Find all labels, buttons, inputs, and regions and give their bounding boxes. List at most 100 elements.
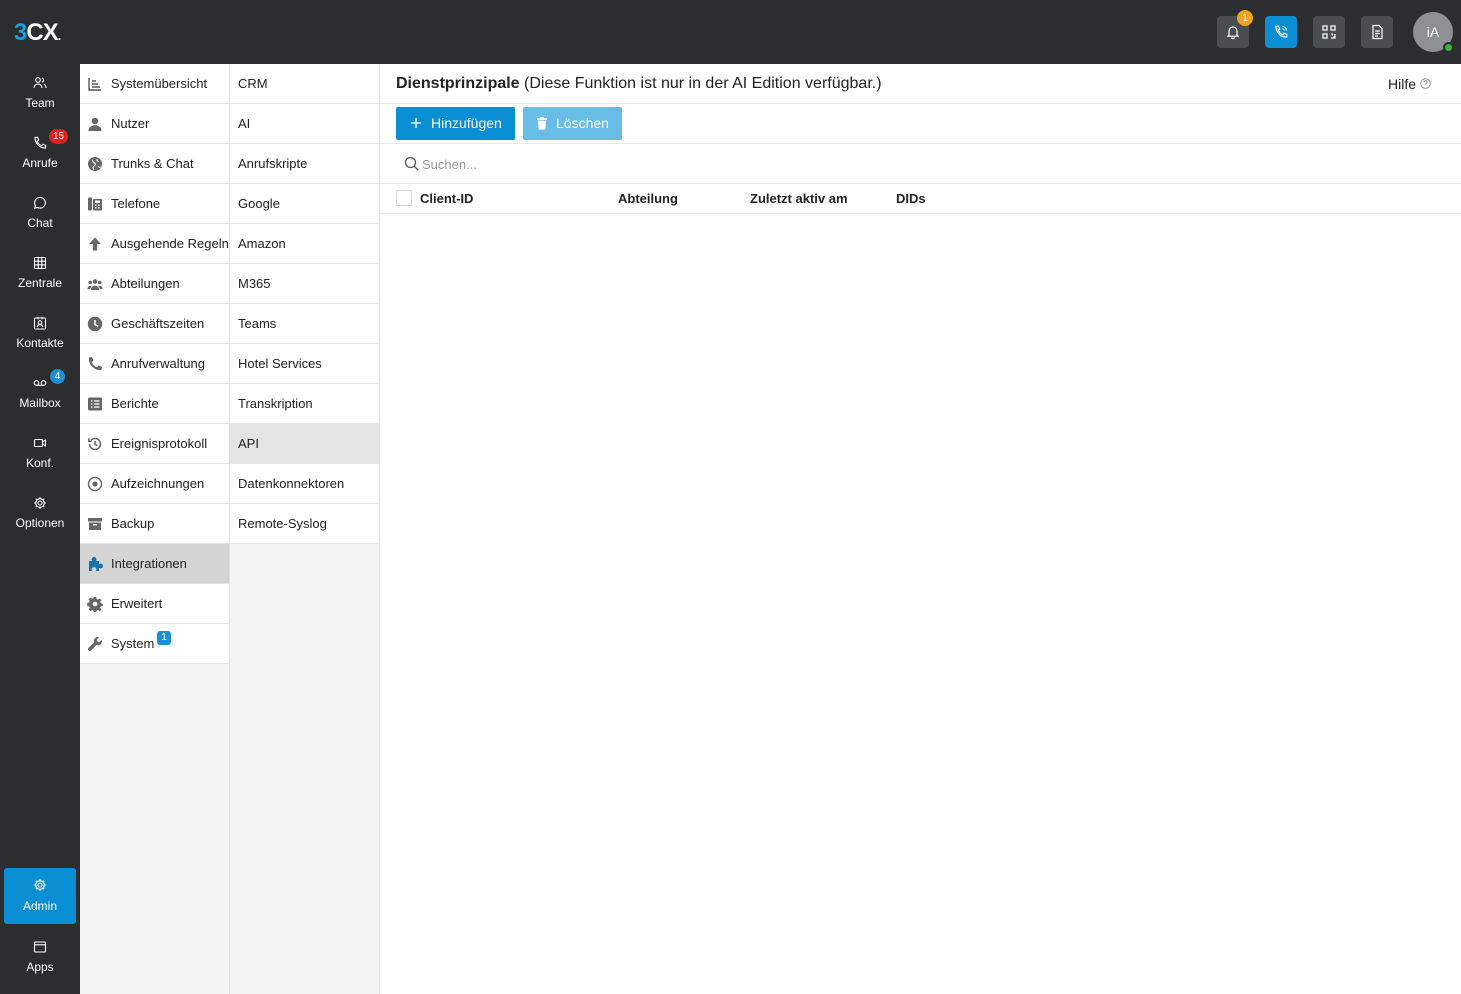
page-title: Dienstprinzipale (Diese Funktion ist nur… [396,75,882,92]
list-icon [88,397,102,411]
clock-icon [87,316,103,332]
menu-system[interactable]: System [80,624,229,664]
integration-remote-syslog[interactable]: Remote-Syslog [230,504,379,544]
integration-hotel-services[interactable]: Hotel Services [230,344,379,384]
integrations-menu: CRM AI Anrufskripte Google Amazon M365 T… [230,64,380,994]
phone-call-icon [1275,25,1288,38]
main-sidebar: Team Anrufe 15 Chat Zentrale Kontakte Ma… [0,64,80,994]
column-department[interactable]: Abteilung [618,191,678,206]
menu-users[interactable]: Nutzer [80,104,229,144]
main-content: Dienstprinzipale (Diese Funktion ist nur… [380,64,1461,994]
wrench-icon [87,637,102,652]
nav-calls[interactable]: Anrufe [0,124,80,180]
document-button[interactable] [1361,16,1393,48]
column-last-active[interactable]: Zuletzt aktiv am [750,191,848,206]
presence-indicator [1443,42,1454,53]
nav-label: Optionen [15,516,65,530]
nav-admin[interactable]: Admin [4,868,76,924]
integration-api[interactable]: API [230,424,379,464]
puzzle-icon [89,557,103,571]
nav-conference[interactable]: Konf. [0,424,80,480]
integration-ai[interactable]: AI [230,104,379,144]
integration-data-connectors[interactable]: Datenkonnektoren [230,464,379,504]
calls-badge: 15 [49,129,69,144]
integration-google[interactable]: Google [230,184,379,224]
bell-icon [1226,26,1240,40]
menu-advanced[interactable]: Erweitert [80,584,229,624]
menu-recordings[interactable]: Aufzeichnungen [80,464,229,504]
notifications-badge: 1 [1237,10,1253,26]
chart-icon [88,78,101,91]
nav-label: Apps [26,960,54,974]
search-icon [404,156,419,171]
nav-mailbox[interactable]: Mailbox 4 [0,364,80,420]
menu-office-hours[interactable]: Geschäftszeiten [80,304,229,344]
help-link[interactable]: Hilfe [1388,76,1416,92]
menu-event-log[interactable]: Ereignisprotokoll [80,424,229,464]
desk-phone-icon [88,197,102,211]
video-icon [33,438,47,448]
nav-switchboard[interactable]: Zentrale [0,244,80,300]
table-header: Client-ID Abteilung Zuletzt aktiv am DID… [380,184,1461,214]
qr-code-icon [1322,25,1336,39]
logo[interactable]: 3CX. [14,19,61,47]
integration-m365[interactable]: M365 [230,264,379,304]
chat-icon [33,196,46,210]
nav-contacts[interactable]: Kontakte [0,304,80,360]
nav-options[interactable]: Optionen [0,484,80,540]
settings-menu: Systemübersicht Nutzer Trunks & Chat Tel… [80,64,230,994]
title-row: Dienstprinzipale (Diese Funktion ist nur… [380,64,1461,104]
integration-amazon[interactable]: Amazon [230,224,379,264]
column-dids[interactable]: DIDs [896,191,926,206]
plus-icon [411,118,421,128]
add-button[interactable]: Hinzufügen [396,107,515,140]
gear-icon [34,497,46,509]
nav-label: Anrufe [22,156,58,170]
nav-label: Chat [27,216,53,230]
admin-gear-icon [34,879,46,891]
cog-icon [87,597,103,612]
archive-icon [88,518,102,530]
nav-team[interactable]: Team [0,64,80,120]
integration-transcription[interactable]: Transkription [230,384,379,424]
menu-departments[interactable]: Abteilungen [80,264,229,304]
menu-phones[interactable]: Telefone [80,184,229,224]
group-icon [87,279,103,290]
nav-label: Kontakte [16,336,64,350]
question-circle-icon[interactable] [1420,78,1431,89]
menu-outbound-rules[interactable]: Ausgehende Regeln [80,224,229,264]
apps-icon [33,941,47,953]
integration-teams[interactable]: Teams [230,304,379,344]
search-input[interactable] [422,152,1022,176]
menu-system-overview[interactable]: Systemübersicht [80,64,229,104]
nav-chat[interactable]: Chat [0,184,80,240]
top-bar: 3CX. 1 iA [0,0,1461,64]
globe-icon [88,157,102,171]
softphone-button[interactable] [1265,16,1297,48]
integration-call-scripts[interactable]: Anrufskripte [230,144,379,184]
nav-label: Team [25,96,55,110]
nav-label: Admin [22,899,57,913]
select-all-checkbox[interactable] [396,190,412,206]
mailbox-badge: 4 [50,369,65,384]
qr-code-button[interactable] [1313,16,1345,48]
grid-icon [33,256,47,270]
menu-reports[interactable]: Berichte [80,384,229,424]
delete-button[interactable]: Löschen [523,107,622,140]
document-icon [1372,24,1383,40]
phone-icon [34,136,47,149]
system-badge: 1 [157,631,171,645]
menu-integrations[interactable]: Integrationen [80,544,229,584]
menu-call-handling[interactable]: Anrufverwaltung [80,344,229,384]
contacts-icon [33,316,47,330]
menu-trunks-chat[interactable]: Trunks & Chat [80,144,229,184]
integration-crm[interactable]: CRM [230,64,379,104]
users-icon [33,77,47,89]
nav-apps[interactable]: Apps [0,928,80,984]
nav-label: Zentrale [17,276,63,290]
voicemail-icon [33,380,47,386]
search-row [380,144,1461,184]
trash-icon [537,117,547,130]
column-client-id[interactable]: Client-ID [420,191,473,206]
menu-backup[interactable]: Backup [80,504,229,544]
